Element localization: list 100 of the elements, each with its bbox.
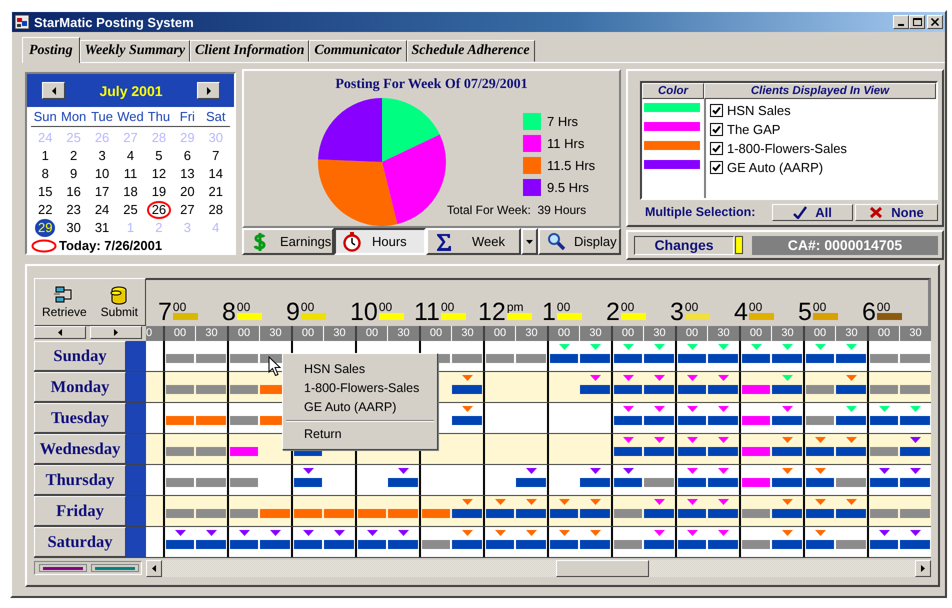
window-title: StarMatic Posting System bbox=[34, 14, 195, 30]
hour-label: 8 bbox=[222, 300, 236, 325]
calendar-day[interactable]: 28 bbox=[206, 201, 226, 219]
tab[interactable]: Communicator bbox=[309, 40, 406, 62]
hour-label: 12 bbox=[478, 300, 506, 325]
scroll-right-button[interactable] bbox=[90, 326, 142, 339]
day-button[interactable]: Monday bbox=[34, 372, 126, 402]
scroll-right-button[interactable] bbox=[915, 560, 931, 576]
line-sample-icon bbox=[39, 564, 87, 572]
calendar-day[interactable]: 19 bbox=[148, 183, 170, 201]
legend-label: 11 Hrs bbox=[547, 136, 584, 150]
day-button[interactable]: Tuesday bbox=[34, 403, 126, 433]
day-button[interactable]: Sunday bbox=[34, 341, 126, 371]
hour-label: 9 bbox=[286, 300, 300, 325]
calendar-day[interactable]: 18 bbox=[120, 183, 141, 201]
today-label[interactable]: Today: 7/26/2001 bbox=[59, 238, 162, 253]
calendar-day[interactable]: 7 bbox=[209, 147, 222, 165]
calendar-day[interactable]: 27 bbox=[177, 201, 198, 219]
calendar-day[interactable]: 31 bbox=[92, 219, 112, 237]
view-button[interactable]: Display bbox=[538, 228, 621, 255]
checkbox[interactable] bbox=[710, 104, 723, 117]
calendar-day[interactable]: 4 bbox=[124, 147, 138, 165]
toolbar-button[interactable]: Retrieve bbox=[42, 286, 87, 318]
scroll-left-button[interactable] bbox=[146, 560, 162, 576]
minimize-icon bbox=[898, 24, 904, 26]
calendar-day[interactable]: 10 bbox=[92, 165, 112, 183]
calendar-day[interactable]: 16 bbox=[63, 183, 84, 201]
weekday-label: Fri bbox=[178, 109, 196, 126]
hour-suffix: 00 bbox=[172, 301, 188, 313]
menu-item[interactable]: GE Auto (AARP) bbox=[283, 398, 437, 417]
pie-slice bbox=[318, 98, 382, 162]
menu-item[interactable]: 1-800-Flowers-Sales bbox=[283, 379, 437, 398]
close-button[interactable] bbox=[927, 15, 943, 29]
legend-label: 9.5 Hrs bbox=[547, 180, 589, 194]
calendar-day[interactable]: 20 bbox=[177, 183, 198, 201]
calendar-day[interactable]: 23 bbox=[63, 201, 84, 219]
calendar-day[interactable]: 15 bbox=[34, 183, 56, 201]
view-button[interactable]: Earnings bbox=[242, 228, 334, 255]
menu-item[interactable]: HSN Sales bbox=[283, 360, 437, 379]
tab[interactable]: Client Information bbox=[190, 40, 310, 62]
view-button[interactable]: Week bbox=[426, 228, 521, 255]
scroll-left-button[interactable] bbox=[34, 326, 86, 339]
calendar-day[interactable]: 2 bbox=[67, 147, 80, 165]
day-button[interactable]: Friday bbox=[34, 496, 126, 526]
hour-suffix: 00 bbox=[684, 301, 700, 313]
dropdown-button[interactable] bbox=[521, 228, 538, 255]
caret-icon bbox=[526, 240, 533, 244]
hour-label: 3 bbox=[670, 300, 684, 325]
menu-item[interactable]: Return bbox=[283, 425, 437, 444]
hour-suffix: 00 bbox=[236, 301, 252, 313]
day-button[interactable]: Wednesday bbox=[34, 434, 126, 464]
day-button[interactable]: Thursday bbox=[34, 465, 126, 495]
calendar-day[interactable]: 8 bbox=[38, 165, 52, 183]
scroll-thumb[interactable] bbox=[556, 560, 649, 576]
minimize-button[interactable] bbox=[893, 15, 909, 29]
calendar-day[interactable]: 9 bbox=[67, 165, 80, 183]
line-sample-icon bbox=[91, 564, 139, 572]
changes-button[interactable]: Changes bbox=[634, 236, 734, 254]
calendar-day[interactable]: 3 bbox=[95, 147, 109, 165]
toolbar-button[interactable]: Submit bbox=[100, 286, 138, 318]
weekday-label: Sat bbox=[205, 109, 227, 126]
selection-button[interactable]: All bbox=[772, 204, 853, 220]
horizontal-scrollbar[interactable] bbox=[146, 560, 931, 576]
calendar-day[interactable]: 1 bbox=[38, 147, 52, 165]
tab[interactable]: Posting bbox=[22, 37, 80, 63]
previous-month-button[interactable] bbox=[42, 82, 65, 99]
hour-label: 7 bbox=[158, 300, 172, 325]
hour-label: 10 bbox=[350, 300, 378, 325]
calendar-day[interactable]: 22 bbox=[34, 201, 56, 219]
calendar-day[interactable]: 11 bbox=[120, 165, 140, 183]
checkbox[interactable] bbox=[710, 161, 723, 174]
maximize-button[interactable] bbox=[909, 15, 925, 29]
calendar-day[interactable]: 14 bbox=[206, 165, 226, 183]
column-header: Clients Displayed In View bbox=[704, 83, 936, 99]
calendar-day[interactable]: 21 bbox=[206, 183, 226, 201]
calendar-day[interactable]: 29 bbox=[34, 219, 56, 237]
calendar-day[interactable]: 17 bbox=[92, 183, 112, 201]
minute-label: 0 bbox=[146, 326, 154, 341]
hour-label: 11 bbox=[414, 300, 440, 325]
calendar-day[interactable]: 12 bbox=[148, 165, 170, 183]
next-month-button[interactable] bbox=[197, 82, 220, 99]
right-arrow-icon bbox=[114, 329, 118, 336]
calendar-day[interactable]: 5 bbox=[152, 147, 166, 165]
calendar-day[interactable]: 25 bbox=[120, 201, 141, 219]
close-icon bbox=[869, 206, 884, 218]
calendar-day[interactable]: 6 bbox=[180, 147, 194, 165]
calendar-day[interactable]: 24 bbox=[92, 201, 112, 219]
day-button[interactable]: Saturday bbox=[34, 527, 126, 557]
calendar-day[interactable]: 26 bbox=[146, 201, 172, 219]
row-marker bbox=[126, 434, 146, 464]
view-button[interactable]: Hours bbox=[334, 228, 426, 255]
tab[interactable]: Weekly Summary bbox=[80, 40, 190, 62]
selection-label: Multiple Selection: bbox=[644, 205, 756, 219]
row-marker bbox=[126, 341, 146, 371]
calendar-day[interactable]: 30 bbox=[63, 219, 84, 237]
tab[interactable]: Schedule Adherence bbox=[406, 40, 535, 62]
checkbox[interactable] bbox=[710, 142, 723, 155]
checkbox[interactable] bbox=[710, 123, 723, 136]
calendar-day[interactable]: 13 bbox=[177, 165, 198, 183]
selection-button[interactable]: None bbox=[855, 204, 938, 220]
